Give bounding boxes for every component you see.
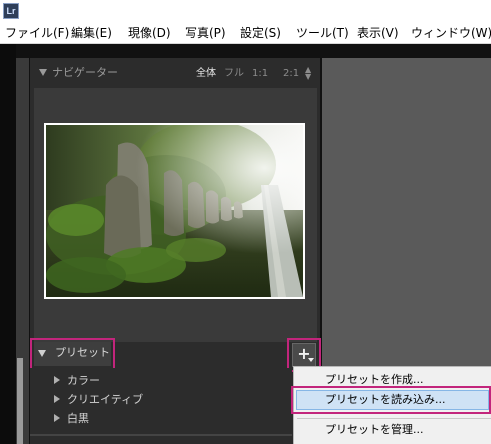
menu-separator bbox=[297, 418, 491, 419]
preset-group-bw[interactable]: 白黒 bbox=[52, 410, 282, 428]
presets-title[interactable]: プリセット bbox=[55, 346, 110, 360]
menu-item-manage-presets[interactable]: プリセットを管理... bbox=[325, 422, 424, 437]
lightroom-app-icon[interactable]: Lr bbox=[3, 3, 19, 19]
menu-tools[interactable]: ツール(T) bbox=[296, 25, 349, 41]
preset-group-color[interactable]: カラー bbox=[52, 372, 282, 390]
menu-edit[interactable]: 編集(E) bbox=[71, 25, 112, 41]
zoom-fit-option[interactable]: 全体 bbox=[196, 67, 216, 80]
dropdown-caret-icon bbox=[308, 358, 314, 362]
menu-bar: ファイル(F) 編集(E) 現像(D) 写真(P) 設定(S) ツール(T) 表… bbox=[0, 22, 491, 44]
expand-arrow-icon[interactable] bbox=[54, 395, 60, 403]
import-presets-highlight bbox=[291, 386, 491, 414]
collapse-triangle-icon[interactable] bbox=[38, 350, 46, 357]
zoom-2to1-option[interactable]: 2:1 bbox=[283, 67, 299, 80]
collapse-triangle-icon[interactable] bbox=[39, 69, 47, 76]
preset-group-creative[interactable]: クリエイティブ bbox=[52, 391, 282, 409]
menu-view[interactable]: 表示(V) bbox=[357, 25, 399, 41]
lightroom-window: Lr ファイル(F) 編集(E) 現像(D) 写真(P) 設定(S) ツール(T… bbox=[0, 0, 491, 444]
title-bar: Lr bbox=[0, 0, 491, 22]
preset-group-label: クリエイティブ bbox=[67, 393, 144, 406]
left-edge bbox=[0, 44, 16, 444]
add-preset-button[interactable]: + bbox=[292, 343, 316, 367]
expand-arrow-icon[interactable] bbox=[54, 414, 60, 422]
preset-group-label: 白黒 bbox=[67, 412, 89, 425]
divider bbox=[30, 434, 292, 436]
navigator-preview-image[interactable] bbox=[46, 125, 303, 297]
menu-develop[interactable]: 現像(D) bbox=[128, 25, 171, 41]
zoom-stepper-icon[interactable]: ▲ ▼ bbox=[305, 66, 311, 81]
menu-item-create-preset[interactable]: プリセットを作成... bbox=[325, 372, 424, 387]
menu-settings[interactable]: 設定(S) bbox=[240, 25, 281, 41]
left-panel-scrollbar-thumb[interactable] bbox=[17, 358, 23, 444]
menu-file[interactable]: ファイル(F) bbox=[5, 25, 69, 41]
expand-arrow-icon[interactable] bbox=[54, 376, 60, 384]
menu-photo[interactable]: 写真(P) bbox=[185, 25, 226, 41]
navigator-title[interactable]: ナビゲーター bbox=[52, 66, 118, 80]
zoom-1to1-option[interactable]: 1:1 bbox=[252, 67, 268, 80]
menu-window[interactable]: ウィンドウ(W) bbox=[411, 25, 491, 41]
zoom-fill-option[interactable]: フル bbox=[224, 67, 244, 80]
preset-group-label: カラー bbox=[67, 374, 100, 387]
